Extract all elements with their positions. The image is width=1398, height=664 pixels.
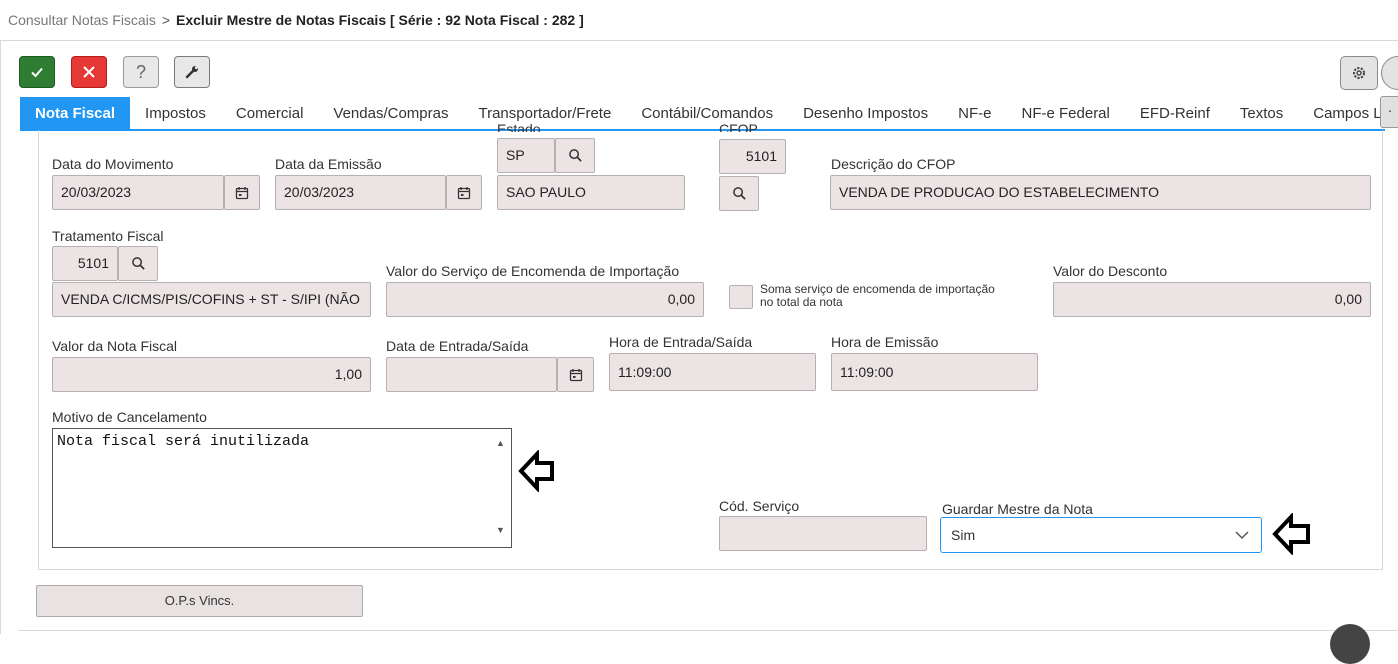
cfop-field[interactable]: 5101 xyxy=(719,139,786,174)
tab-textos[interactable]: Textos xyxy=(1225,97,1298,130)
help-button[interactable]: ? xyxy=(123,56,159,88)
descricao-cfop-field[interactable]: VENDA DE PRODUCAO DO ESTABELECIMENTO xyxy=(830,175,1371,210)
data-entrada-saida-calendar-button[interactable] xyxy=(557,357,594,392)
tratamento-fiscal-label: Tratamento Fiscal xyxy=(52,228,164,244)
ops-vincs-button[interactable]: O.P.s Vincs. xyxy=(36,585,363,617)
gear-icon xyxy=(1353,67,1365,79)
data-entrada-saida-label: Data de Entrada/Saída xyxy=(386,338,529,354)
page-title: Excluir Mestre de Notas Fiscais [ Série … xyxy=(176,12,584,28)
soma-servico-label: Soma serviço de encomenda de importação … xyxy=(760,283,995,309)
tab-bar: Nota Fiscal Impostos Comercial Vendas/Co… xyxy=(20,97,1397,130)
tools-button[interactable] xyxy=(174,56,210,88)
data-movimento-field[interactable]: 20/03/2023 xyxy=(52,175,224,210)
chevron-down-icon xyxy=(1235,531,1249,540)
check-icon xyxy=(31,67,43,78)
guardar-mestre-value: Sim xyxy=(951,527,976,543)
hora-entrada-saida-field[interactable]: 11:09:00 xyxy=(609,353,816,391)
data-entrada-saida-field[interactable] xyxy=(386,357,557,392)
tab-contabil-comandos[interactable]: Contábil/Comandos xyxy=(626,97,788,130)
soma-servico-checkbox[interactable] xyxy=(729,285,753,309)
tab-comercial[interactable]: Comercial xyxy=(221,97,319,130)
wrench-icon xyxy=(185,66,198,79)
breadcrumb-separator: > xyxy=(161,12,171,28)
arrow-left-icon xyxy=(1272,513,1310,555)
motivo-label: Motivo de Cancelamento xyxy=(52,409,207,425)
cfop-search-button[interactable] xyxy=(719,176,759,211)
descricao-cfop-label: Descrição do CFOP xyxy=(831,156,956,172)
confirm-button[interactable] xyxy=(19,56,55,88)
valor-servico-label: Valor do Serviço de Encomenda de Importa… xyxy=(386,263,680,279)
tabs-more-button[interactable]: · xyxy=(1380,96,1398,128)
calendar-icon xyxy=(457,186,471,199)
tab-nota-fiscal[interactable]: Nota Fiscal xyxy=(20,97,131,130)
hora-emissao-label: Hora de Emissão xyxy=(831,334,939,350)
estado-nome-field[interactable]: SAO PAULO xyxy=(497,175,685,210)
valor-nota-field[interactable]: 1,00 xyxy=(52,357,371,392)
tab-desenho-impostos[interactable]: Desenho Impostos xyxy=(788,97,943,130)
valor-servico-field[interactable]: 0,00 xyxy=(386,282,704,317)
header-divider xyxy=(0,40,1398,41)
uf-field[interactable]: SP xyxy=(497,138,555,173)
search-icon xyxy=(732,187,746,200)
valor-desconto-label: Valor do Desconto xyxy=(1053,263,1168,279)
close-icon xyxy=(83,66,95,78)
valor-desconto-field[interactable]: 0,00 xyxy=(1053,282,1371,317)
tab-nfe-federal[interactable]: NF-e Federal xyxy=(1007,97,1125,130)
calendar-icon xyxy=(235,186,249,199)
tab-impostos[interactable]: Impostos xyxy=(130,97,221,130)
left-border xyxy=(0,40,1,634)
data-emissao-calendar-button[interactable] xyxy=(446,175,482,210)
search-icon xyxy=(568,149,582,162)
breadcrumb: Consultar Notas Fiscais > Excluir Mestre d… xyxy=(8,12,584,28)
tratamento-fiscal-search-button[interactable] xyxy=(118,246,158,281)
hora-entrada-saida-label: Hora de Entrada/Saída xyxy=(609,334,753,350)
floating-action-button[interactable] xyxy=(1330,624,1370,664)
help-icon: ? xyxy=(135,61,146,82)
tab-efd-reinf[interactable]: EFD-Reinf xyxy=(1125,97,1225,130)
tab-vendas-compras[interactable]: Vendas/Compras xyxy=(318,97,463,130)
circle-button[interactable] xyxy=(1381,56,1398,90)
bottom-border xyxy=(18,630,1398,631)
tab-transportador-frete[interactable]: Transportador/Frete xyxy=(463,97,626,130)
valor-nota-label: Valor da Nota Fiscal xyxy=(52,338,178,354)
motivo-textarea[interactable] xyxy=(52,428,512,548)
tab-nfe[interactable]: NF-e xyxy=(943,97,1006,130)
tratamento-fiscal-codigo-field[interactable]: 5101 xyxy=(52,246,118,281)
cancel-button[interactable] xyxy=(71,56,107,88)
guardar-mestre-select[interactable]: Sim xyxy=(940,517,1262,553)
soma-servico-label-line2: no total da nota xyxy=(760,295,843,309)
cod-servico-field[interactable] xyxy=(719,516,927,551)
data-movimento-label: Data do Movimento xyxy=(52,156,174,172)
settings-button[interactable] xyxy=(1340,56,1378,90)
data-movimento-calendar-button[interactable] xyxy=(224,175,260,210)
calendar-icon xyxy=(569,368,582,381)
cfop-label: CFOP xyxy=(719,123,758,132)
hora-emissao-field[interactable]: 11:09:00 xyxy=(831,353,1038,391)
breadcrumb-parent[interactable]: Consultar Notas Fiscais xyxy=(8,12,156,28)
guardar-mestre-label: Guardar Mestre da Nota xyxy=(942,501,1093,517)
cod-servico-label: Cód. Serviço xyxy=(719,498,800,514)
tratamento-fiscal-desc-field[interactable]: VENDA C/ICMS/PIS/COFINS + ST - S/IPI (NÃ… xyxy=(52,282,371,317)
search-icon xyxy=(131,257,145,270)
data-emissao-label: Data da Emissão xyxy=(275,156,382,172)
scroll-up-icon[interactable]: ▲ xyxy=(496,438,505,448)
scroll-down-icon[interactable]: ▼ xyxy=(496,525,505,535)
data-emissao-field[interactable]: 20/03/2023 xyxy=(275,175,446,210)
arrow-left-icon xyxy=(518,450,554,492)
estado-label: Estado xyxy=(497,123,541,132)
uf-search-button[interactable] xyxy=(555,138,595,173)
